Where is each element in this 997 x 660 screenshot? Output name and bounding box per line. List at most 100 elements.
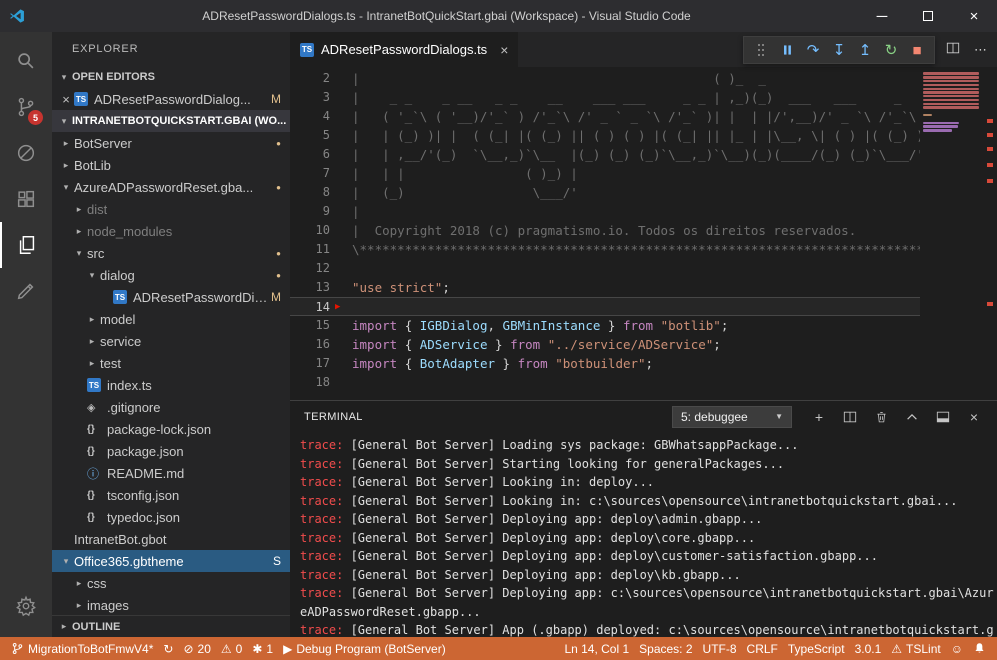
code-line-9[interactable]: 9| | xyxy=(290,202,997,221)
code-line-13[interactable]: 13"use strict"; xyxy=(290,278,997,297)
open-editors-header[interactable]: ▾ OPEN EDITORS xyxy=(52,66,290,88)
close-editor-icon[interactable]: × xyxy=(58,92,74,107)
minimap[interactable] xyxy=(920,69,984,400)
code-line-16[interactable]: 16import { ADService } from "../service/… xyxy=(290,335,997,354)
code-line-14[interactable]: 14▶ xyxy=(290,297,997,316)
terminal-line: trace: [General Bot Server] Looking in: … xyxy=(300,492,997,511)
workspace-header[interactable]: ▾ INTRANETBOTQUICKSTART.GBAI (WO... xyxy=(52,110,290,132)
code-line-11[interactable]: 11\*************************************… xyxy=(290,240,997,259)
activity-item-explorer[interactable] xyxy=(0,222,52,268)
new-terminal-icon[interactable]: + xyxy=(810,408,828,426)
close-window-button[interactable]: × xyxy=(951,0,997,32)
tree-item-src[interactable]: ▾src● xyxy=(52,242,290,264)
tree-item-node-modules[interactable]: ▸node_modules xyxy=(52,220,290,242)
outline-header[interactable]: ▸ OUTLINE xyxy=(52,615,290,637)
line-number: 4 xyxy=(290,107,330,126)
open-editor-item[interactable]: ×TSADResetPasswordDialog...M xyxy=(52,88,290,110)
status-utf-8[interactable]: UTF-8 xyxy=(698,637,742,660)
split-terminal-icon[interactable] xyxy=(841,408,859,426)
activity-item-extensions[interactable] xyxy=(0,176,52,222)
activity-item-source-control[interactable]: 5 xyxy=(0,84,52,130)
tab-adresetpassworddialogs[interactable]: TS ADResetPasswordDialogs.ts × xyxy=(290,32,518,67)
tree-item-intranetbot-gbot[interactable]: IntranetBot.gbot xyxy=(52,528,290,550)
tree-item-dist[interactable]: ▸dist xyxy=(52,198,290,220)
code-line-4[interactable]: 4| ( '_`\ ( '__)/'_` ) /'_`\ /' _ ` _ `\… xyxy=(290,107,997,126)
code-editor[interactable]: 2| ( )_ _ |3| _ _ _ __ _ _ __ ___ ___ _ … xyxy=(290,67,997,400)
tree-item-botlib[interactable]: ▸BotLib xyxy=(52,154,290,176)
tree-item-dialog[interactable]: ▾dialog● xyxy=(52,264,290,286)
activity-item-settings[interactable] xyxy=(0,583,52,629)
status-warning[interactable]: ⚠TSLint xyxy=(886,637,945,660)
pause-icon[interactable] xyxy=(775,38,799,62)
status-smiley[interactable]: ☺ xyxy=(946,637,968,660)
restart-icon[interactable]: ↻ xyxy=(879,38,903,62)
tree-item-test[interactable]: ▸test xyxy=(52,352,290,374)
tree-item-tsconfig-json[interactable]: {}tsconfig.json xyxy=(52,484,290,506)
toggle-panel-icon[interactable] xyxy=(934,408,952,426)
tree-item-package-json[interactable]: {}package.json xyxy=(52,440,290,462)
code-line-10[interactable]: 10| Copyright 2018 (c) pragmatismo.io. T… xyxy=(290,221,997,240)
status-3-0-1[interactable]: 3.0.1 xyxy=(850,637,887,660)
code-line-2[interactable]: 2| ( )_ _ | xyxy=(290,69,997,88)
step-out-icon[interactable]: ↥ xyxy=(853,38,877,62)
tree-item-images[interactable]: ▸images xyxy=(52,594,290,615)
typescript-file-icon: TS xyxy=(300,43,314,57)
line-number: 18 xyxy=(290,373,330,392)
status-error[interactable]: ⊘20 xyxy=(178,637,215,660)
activity-item-edit[interactable] xyxy=(0,268,52,314)
close-tab-icon[interactable]: × xyxy=(500,42,508,58)
status-ln-14-col-1[interactable]: Ln 14, Col 1 xyxy=(559,637,634,660)
code-line-17[interactable]: 17import { BotAdapter } from "botbuilder… xyxy=(290,354,997,373)
tree-item-typedoc-json[interactable]: {}typedoc.json xyxy=(52,506,290,528)
minimize-button[interactable]: ─ xyxy=(859,0,905,32)
status-play[interactable]: ▶Debug Program (BotServer) xyxy=(278,637,451,660)
code-line-6[interactable]: 6| | ,__/'(_) `\__,_)`\__ |(_) (_) (_)`\… xyxy=(290,145,997,164)
code-line-5[interactable]: 5| | (_) )| | ( (_| |( (_) || ( ) ( ) |(… xyxy=(290,126,997,145)
status-warning[interactable]: ⚠0 xyxy=(216,637,247,660)
code-line-8[interactable]: 8| (_) \___/' | xyxy=(290,183,997,202)
code-line-7[interactable]: 7| | | ( )_) | | xyxy=(290,164,997,183)
code-line-18[interactable]: 18 xyxy=(290,373,997,392)
status-bell[interactable] xyxy=(968,637,991,660)
line-number: 14 xyxy=(290,298,330,315)
terminal-output[interactable]: trace: [General Bot Server] Loading sys … xyxy=(290,432,997,637)
tree-item-css[interactable]: ▸css xyxy=(52,572,290,594)
tree-item-botserver[interactable]: ▸BotServer● xyxy=(52,132,290,154)
stop-icon[interactable]: ■ xyxy=(905,38,929,62)
tree-item-label: BotServer xyxy=(74,136,132,151)
code-line-3[interactable]: 3| _ _ _ __ _ _ __ ___ ___ _ _ | ,_)(_) … xyxy=(290,88,997,107)
more-icon[interactable]: ⋯ xyxy=(974,42,987,58)
status-spaces-2[interactable]: Spaces: 2 xyxy=(634,637,697,660)
activity-item-search[interactable] xyxy=(0,38,52,84)
maximize-panel-icon[interactable] xyxy=(903,408,921,426)
terminal-selector[interactable]: 5: debuggee ▼ xyxy=(672,406,792,428)
tree-item-office365-gbtheme[interactable]: ▾Office365.gbthemeS xyxy=(52,550,290,572)
status-sync[interactable]: ↻ xyxy=(158,637,178,660)
tree-item-label: test xyxy=(100,356,121,371)
play-icon: ▶ xyxy=(283,642,292,656)
tree-item-readme-md[interactable]: ⓘREADME.md xyxy=(52,462,290,484)
tree-item-gitignore[interactable]: ◈.gitignore xyxy=(52,396,290,418)
terminal-tab[interactable]: TERMINAL xyxy=(304,411,363,423)
maximize-button[interactable] xyxy=(905,0,951,32)
status-crlf[interactable]: CRLF xyxy=(742,637,783,660)
tree-item-adresetpassworddial[interactable]: TSADResetPasswordDial...M xyxy=(52,286,290,308)
tree-item-service[interactable]: ▸service xyxy=(52,330,290,352)
debug-toolbar: ↷↧↥↻■ xyxy=(743,36,935,64)
step-into-icon[interactable]: ↧ xyxy=(827,38,851,62)
chevron-right-icon: ▸ xyxy=(71,226,87,237)
activity-item-debug[interactable] xyxy=(0,130,52,176)
tree-item-index-ts[interactable]: TSindex.ts xyxy=(52,374,290,396)
tree-item-package-lock-json[interactable]: {}package-lock.json xyxy=(52,418,290,440)
split-editor-icon[interactable] xyxy=(946,41,960,58)
close-panel-icon[interactable]: × xyxy=(965,408,983,426)
code-line-15[interactable]: 15import { IGBDialog, GBMinInstance } fr… xyxy=(290,316,997,335)
code-line-12[interactable]: 12 xyxy=(290,259,997,278)
status-branch[interactable]: MigrationToBotFmwV4* xyxy=(6,637,158,660)
tree-item-model[interactable]: ▸model xyxy=(52,308,290,330)
status-tool[interactable]: ✱1 xyxy=(247,637,278,660)
status-typescript[interactable]: TypeScript xyxy=(783,637,850,660)
kill-terminal-icon[interactable] xyxy=(872,408,890,426)
step-over-icon[interactable]: ↷ xyxy=(801,38,825,62)
tree-item-azureadpasswordreset-gba[interactable]: ▾AzureADPasswordReset.gba...● xyxy=(52,176,290,198)
